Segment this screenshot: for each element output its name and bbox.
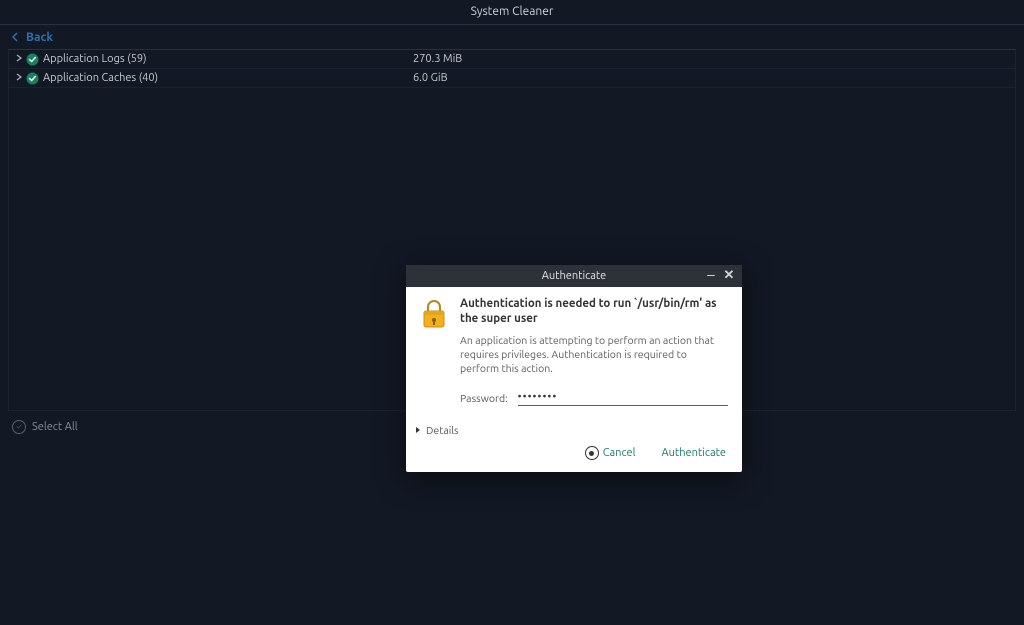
radio-dot-icon: [585, 446, 599, 460]
list-item-name: Application Caches (40): [43, 72, 413, 84]
details-label: Details: [426, 424, 459, 436]
details-expander[interactable]: Details: [406, 416, 742, 440]
lock-icon: [420, 297, 448, 410]
select-all-toggle[interactable]: Select All: [12, 420, 78, 434]
chevron-right-icon[interactable]: [13, 72, 25, 84]
back-button[interactable]: Back: [10, 31, 53, 44]
cancel-label: Cancel: [603, 447, 636, 459]
toolbar: Back: [0, 25, 1024, 49]
password-label: Password:: [460, 392, 508, 404]
checked-circle-icon[interactable]: [25, 52, 39, 66]
select-all-label: Select All: [32, 421, 78, 433]
close-icon[interactable]: ✕: [722, 268, 736, 282]
minimize-icon[interactable]: –: [704, 268, 718, 282]
list-item-size: 270.3 MiB: [413, 53, 613, 65]
authenticate-button[interactable]: Authenticate: [662, 447, 727, 459]
back-arrow-icon: [10, 31, 22, 43]
list-item[interactable]: Application Caches (40) 6.0 GiB: [9, 69, 1015, 88]
chevron-right-icon: [414, 426, 422, 434]
list-item-name: Application Logs (59): [43, 53, 413, 65]
list-item-size: 6.0 GiB: [413, 72, 613, 84]
dialog-description: An application is attempting to perform …: [460, 333, 728, 376]
checked-circle-icon[interactable]: [25, 71, 39, 85]
list-item[interactable]: Application Logs (59) 270.3 MiB: [9, 50, 1015, 69]
back-label: Back: [26, 31, 53, 44]
dialog-titlebar[interactable]: Authenticate – ✕: [406, 265, 742, 287]
password-input[interactable]: [518, 389, 728, 406]
dialog-title-text: Authenticate: [542, 270, 607, 282]
authenticate-dialog: Authenticate – ✕ Authentication is neede…: [406, 265, 742, 472]
chevron-right-icon[interactable]: [13, 53, 25, 65]
cancel-button[interactable]: Cancel: [585, 446, 636, 460]
select-all-check-icon: [12, 420, 26, 434]
dialog-heading: Authentication is needed to run `/usr/bi…: [460, 297, 728, 327]
window-title: System Cleaner: [0, 0, 1024, 25]
